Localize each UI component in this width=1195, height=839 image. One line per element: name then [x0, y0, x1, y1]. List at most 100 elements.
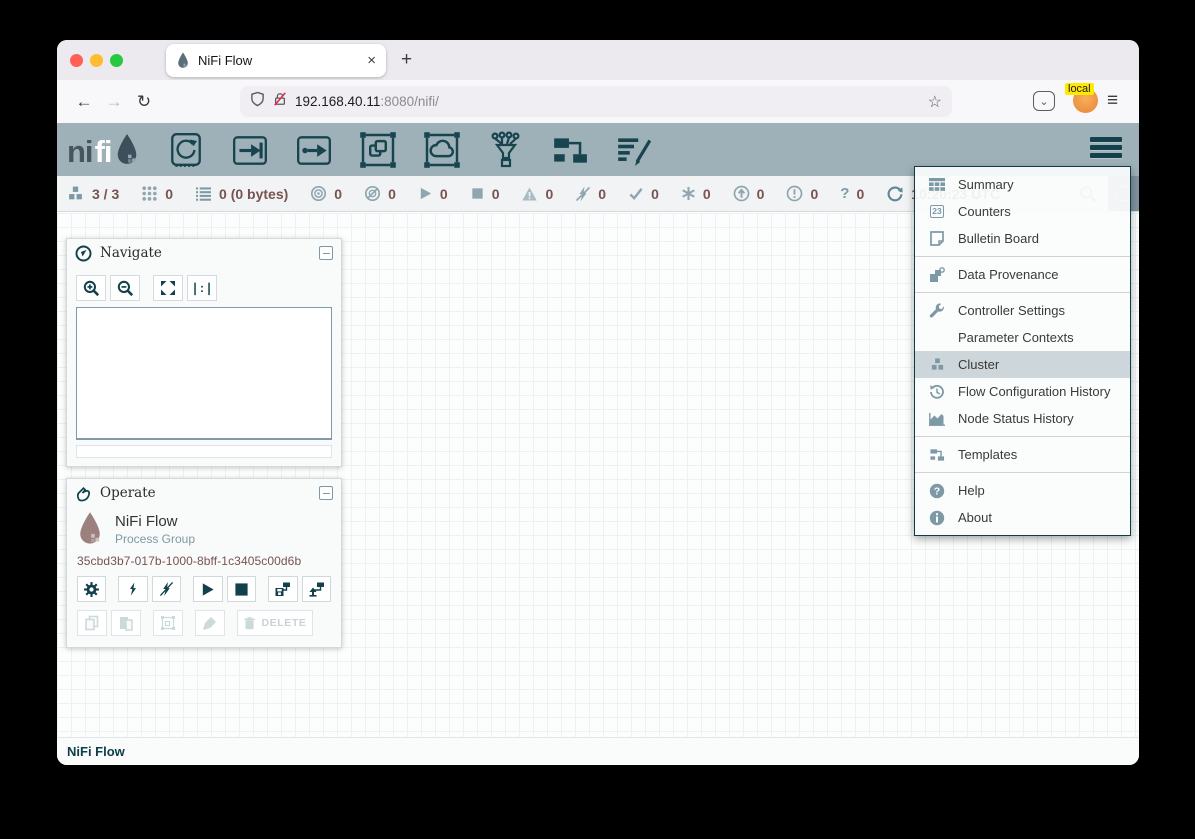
disabled-status: 0	[575, 186, 606, 202]
browser-window: NiFi Flow × + ← → ↻ 192.168.40.11:8080/n…	[57, 40, 1139, 765]
upload-template-button[interactable]	[302, 576, 331, 602]
up-to-date-status: 0	[628, 186, 659, 202]
browser-navigation-bar: ← → ↻ 192.168.40.11:8080/nifi/ ☆ ⌄ local…	[57, 80, 1139, 123]
start-button[interactable]	[193, 576, 222, 602]
paste-button[interactable]	[111, 610, 141, 636]
insecure-lock-icon[interactable]	[273, 91, 287, 112]
processor-icon[interactable]	[166, 130, 206, 170]
selection-name: NiFi Flow	[115, 513, 195, 530]
navigate-panel: Navigate ❘:❘	[66, 238, 342, 467]
collapse-operate-icon[interactable]	[319, 486, 333, 500]
arrow-up-circle-icon	[733, 185, 750, 202]
process-group-icon[interactable]	[358, 130, 398, 170]
operate-panel-header[interactable]: Operate	[67, 479, 341, 507]
stale-status: 0	[733, 185, 765, 202]
macos-minimize-button[interactable]	[90, 54, 103, 67]
zoom-actual-size-button[interactable]: ❘:❘	[187, 275, 217, 301]
summary-table-icon	[928, 178, 946, 192]
browser-tab-bar: NiFi Flow × +	[57, 40, 1139, 80]
global-menu-icon[interactable]	[1090, 137, 1122, 158]
label-icon[interactable]	[614, 130, 654, 170]
running-icon	[418, 186, 433, 201]
locally-modified-stale-status: 0	[786, 185, 818, 202]
refresh-icon[interactable]	[886, 185, 904, 202]
menu-item-node-status-history[interactable]: Node Status History	[915, 405, 1130, 432]
pocket-icon[interactable]: ⌄	[1033, 91, 1055, 111]
exclamation-circle-icon	[786, 185, 803, 202]
operate-panel: Operate NiFi Flow Process Group 35cbd3b7…	[66, 478, 342, 648]
menu-item-controller-settings[interactable]: Controller Settings	[915, 297, 1130, 324]
delete-button-label: DELETE	[261, 617, 306, 629]
output-port-icon[interactable]	[294, 130, 334, 170]
copy-button[interactable]	[77, 610, 107, 636]
menu-item-templates[interactable]: Templates	[915, 441, 1130, 468]
bookmark-star-icon[interactable]: ☆	[928, 92, 942, 112]
birdseye-minimap[interactable]	[76, 307, 332, 440]
nifi-logo: nifi	[67, 133, 140, 166]
hand-icon	[75, 485, 92, 502]
back-icon[interactable]: ←	[69, 92, 99, 112]
configuration-button[interactable]	[77, 576, 106, 602]
locally-modified-status: 0	[681, 186, 711, 202]
nifi-favicon-icon	[176, 52, 190, 69]
queued-status: 0 (0 bytes)	[195, 186, 288, 202]
macos-zoom-button[interactable]	[110, 54, 123, 67]
desktop-background: NiFi Flow × + ← → ↻ 192.168.40.11:8080/n…	[0, 0, 1195, 839]
birdseye-footer	[76, 445, 332, 458]
disable-button[interactable]	[152, 576, 181, 602]
cluster-icon	[928, 357, 946, 372]
menu-item-cluster[interactable]: Cluster	[915, 351, 1130, 378]
color-brush-button[interactable]	[195, 610, 225, 636]
menu-item-summary[interactable]: Summary	[915, 171, 1130, 198]
stop-button[interactable]	[227, 576, 256, 602]
process-group-drop-icon	[77, 511, 103, 546]
zoom-fit-button[interactable]	[153, 275, 183, 301]
operate-actions-row-1	[77, 576, 331, 602]
stopped-status: 0	[470, 186, 500, 202]
navigate-panel-header[interactable]: Navigate	[67, 239, 341, 267]
menu-item-flow-configuration-history[interactable]: Flow Configuration History	[915, 378, 1130, 405]
stopped-icon	[470, 186, 485, 201]
browser-tab[interactable]: NiFi Flow ×	[166, 44, 386, 77]
running-status: 0	[418, 186, 448, 202]
reload-icon[interactable]: ↻	[129, 92, 159, 112]
menu-item-bulletin-board[interactable]: Bulletin Board	[915, 225, 1130, 252]
remote-process-group-icon[interactable]	[422, 130, 462, 170]
threads-grid-icon	[141, 185, 158, 202]
close-tab-icon[interactable]: ×	[367, 53, 376, 68]
queued-list-icon	[195, 186, 212, 201]
cluster-icon	[66, 185, 85, 202]
forward-icon[interactable]: →	[99, 92, 129, 112]
area-chart-icon	[928, 412, 946, 426]
group-button[interactable]	[153, 610, 183, 636]
lightning-slash-icon	[575, 186, 591, 202]
delete-button[interactable]: DELETE	[237, 610, 313, 636]
question-icon: ?	[840, 186, 849, 201]
input-port-icon[interactable]	[230, 130, 270, 170]
collapse-navigate-icon[interactable]	[319, 246, 333, 260]
shield-icon[interactable]	[250, 91, 265, 112]
save-template-button[interactable]	[268, 576, 297, 602]
new-tab-icon[interactable]: +	[401, 49, 412, 71]
menu-item-data-provenance[interactable]: Data Provenance	[915, 261, 1130, 288]
funnel-icon[interactable]	[486, 130, 526, 170]
url-path: :8080/nifi/	[380, 94, 439, 109]
breadcrumb-root[interactable]: NiFi Flow	[67, 744, 125, 759]
invalid-status: 0	[521, 186, 553, 202]
address-bar[interactable]: 192.168.40.11:8080/nifi/ ☆	[240, 86, 952, 117]
zoom-in-button[interactable]	[76, 275, 106, 301]
invalid-icon	[521, 186, 538, 202]
menu-item-help[interactable]: ? Help	[915, 477, 1130, 504]
menu-section-settings: Controller Settings Parameter Contexts C…	[915, 292, 1130, 436]
zoom-out-button[interactable]	[110, 275, 140, 301]
firefox-menu-icon[interactable]: ≡	[1107, 90, 1118, 112]
enable-button[interactable]	[118, 576, 147, 602]
sync-failure-status: ? 0	[840, 186, 864, 202]
menu-section-status: Summary 23 Counters Bulletin Board	[915, 167, 1130, 256]
template-icon[interactable]	[550, 130, 590, 170]
menu-item-counters[interactable]: 23 Counters	[915, 198, 1130, 225]
selection-id: 35cbd3b7-017b-1000-8bff-1c3405c00d6b	[67, 546, 341, 568]
macos-close-button[interactable]	[70, 54, 83, 67]
menu-item-about[interactable]: About	[915, 504, 1130, 531]
menu-item-parameter-contexts[interactable]: Parameter Contexts	[915, 324, 1130, 351]
